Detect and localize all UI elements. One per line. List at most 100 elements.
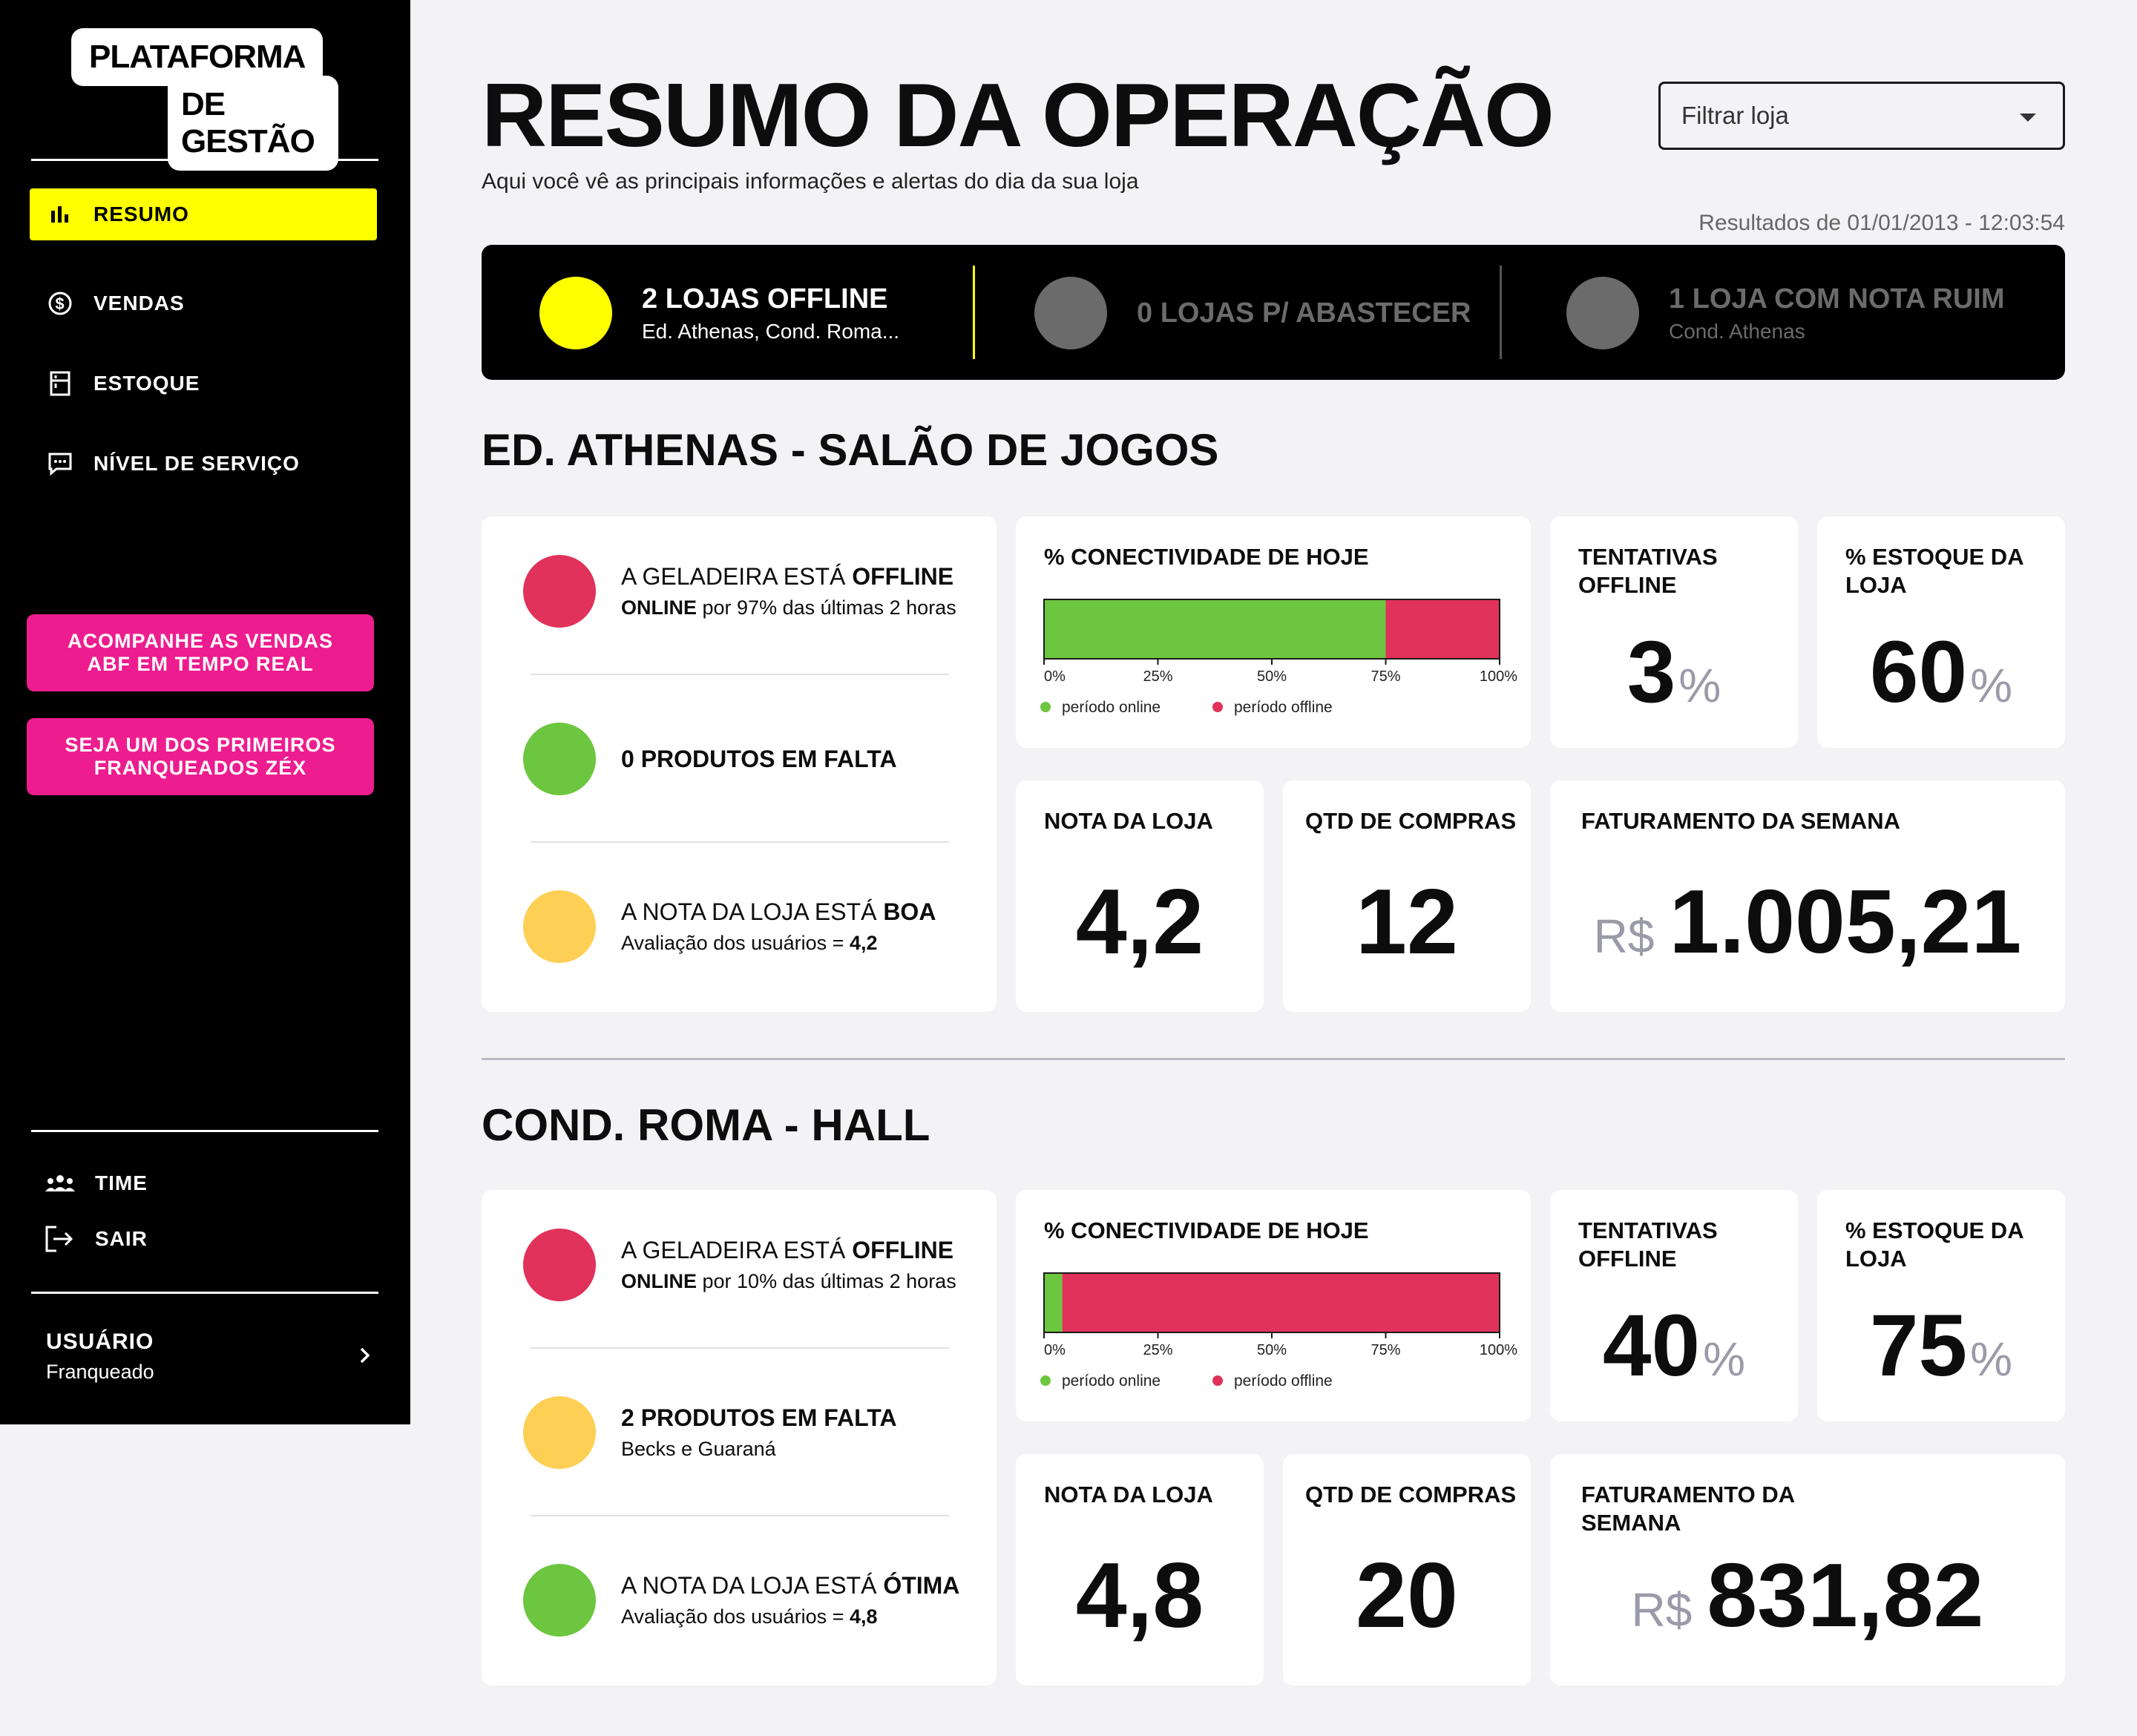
team-icon bbox=[45, 1168, 77, 1198]
card-title: QTD DE COMPRAS bbox=[1305, 808, 1517, 834]
main-content: RESUMO DA OPERAÇÃO Aqui você vê as princ… bbox=[410, 0, 2137, 1736]
logo[interactable]: PLATAFORMA DE GESTÃO bbox=[71, 28, 338, 171]
kpi-value: 40% bbox=[1550, 1295, 1798, 1396]
alerts-banner: 2 LOJAS OFFLINE Ed. Athenas, Cond. Roma.… bbox=[482, 245, 2065, 380]
card-title: % CONECTIVIDADE DE HOJE bbox=[1044, 1217, 1369, 1243]
chevron-right-icon bbox=[358, 1344, 372, 1370]
tick-label: 25% bbox=[1143, 668, 1172, 685]
caret-down-icon bbox=[2020, 114, 2036, 122]
tick-label: 50% bbox=[1257, 668, 1287, 685]
status-item-fridge: A GELADEIRA ESTÁ OFFLINE ONLINE por 10% … bbox=[523, 1229, 983, 1301]
kpi-value: 75% bbox=[1817, 1295, 2065, 1396]
status-strong: ÓTIMA bbox=[883, 1572, 960, 1599]
status-item-rating: A NOTA DA LOJA ESTÁ ÓTIMA Avaliação dos … bbox=[523, 1564, 983, 1637]
status-dot bbox=[523, 1396, 596, 1469]
promo-franchise-button[interactable]: SEJA UM DOS PRIMEIROS FRANQUEADOS ZÉX bbox=[27, 718, 374, 795]
offline-attempts-card: TENTATIVAS OFFLINE 3% bbox=[1550, 516, 1798, 748]
sidebar-item-label: NÍVEL DE SERVIÇO bbox=[93, 452, 300, 475]
card-title: % CONECTIVIDADE DE HOJE bbox=[1044, 544, 1369, 570]
kpi-value: 4,2 bbox=[1075, 871, 1204, 973]
card-title: NOTA DA LOJA bbox=[1044, 1482, 1213, 1508]
status-text: A GELADEIRA ESTÁ bbox=[621, 1237, 853, 1263]
logout-button[interactable]: SAIR bbox=[45, 1220, 148, 1257]
status-dot bbox=[523, 890, 596, 963]
status-strong: 0 PRODUTOS EM FALTA bbox=[621, 745, 897, 772]
offline-attempts-card: TENTATIVAS OFFLINE 40% bbox=[1550, 1190, 1798, 1421]
sidebar-item-resumo[interactable]: RESUMO bbox=[30, 188, 377, 240]
tick-label: 0% bbox=[1044, 668, 1066, 685]
alert-detail: Ed. Athenas, Cond. Roma... bbox=[642, 319, 900, 343]
currency-symbol: R$ bbox=[1593, 910, 1655, 963]
bar-segment-offline bbox=[1062, 1273, 1500, 1332]
status-strong: 2 PRODUTOS EM FALTA bbox=[621, 1404, 897, 1431]
bar-segment-online bbox=[1044, 599, 1386, 659]
tick-label: 100% bbox=[1480, 668, 1517, 685]
alert-restock-stores[interactable]: 0 LOJAS P/ ABASTECER bbox=[1034, 276, 1471, 350]
card-title: % ESTOQUE DA LOJA bbox=[1845, 1217, 2023, 1272]
status-card: A GELADEIRA ESTÁ OFFLINE ONLINE por 10% … bbox=[482, 1190, 997, 1686]
card-title: FATURAMENTO DA SEMANA bbox=[1581, 808, 1900, 834]
divider bbox=[531, 841, 949, 843]
kpi-unit: % bbox=[1970, 659, 2013, 712]
status-strong: 4,2 bbox=[849, 932, 878, 954]
legend-label: período offline bbox=[1234, 699, 1333, 716]
legend-label: período online bbox=[1062, 699, 1161, 716]
kpi-number: 40 bbox=[1602, 1297, 1701, 1395]
kpi-value: 12 bbox=[1356, 871, 1458, 973]
kpi-unit: % bbox=[1970, 1332, 2013, 1386]
status-item-fridge: A GELADEIRA ESTÁ OFFLINE ONLINE por 97% … bbox=[523, 555, 983, 628]
alert-offline-stores[interactable]: 2 LOJAS OFFLINE Ed. Athenas, Cond. Roma.… bbox=[539, 276, 899, 350]
bar-segment-offline bbox=[1385, 599, 1500, 659]
legend-label: período offline bbox=[1234, 1372, 1333, 1390]
status-strong: ONLINE bbox=[621, 1270, 697, 1292]
purchases-card: QTD DE COMPRAS 20 bbox=[1283, 1454, 1531, 1686]
kpi-unit: % bbox=[1678, 659, 1721, 712]
page-title: RESUMO DA OPERAÇÃO bbox=[482, 65, 1555, 165]
legend-swatch bbox=[1040, 1375, 1051, 1386]
card-title: TENTATIVAS OFFLINE bbox=[1578, 1217, 1718, 1272]
promo-abf-sales-button[interactable]: ACOMPANHE AS VENDAS ABF EM TEMPO REAL bbox=[27, 614, 374, 691]
card-title: QTD DE COMPRAS bbox=[1305, 1482, 1517, 1508]
kpi-number: 831,82 bbox=[1707, 1545, 1984, 1645]
kpi-number: 75 bbox=[1869, 1297, 1968, 1395]
kpi-value: 4,8 bbox=[1075, 1545, 1204, 1647]
revenue-card: FATURAMENTO DA SEMANA R$ 1.005,21 bbox=[1550, 780, 2065, 1012]
kpi-value: 20 bbox=[1356, 1545, 1458, 1647]
status-text: A NOTA DA LOJA ESTÁ bbox=[621, 898, 884, 925]
connectivity-card: 0% 25% 50% 75% 100% período online período off… bbox=[1016, 1190, 1531, 1421]
legend-swatch bbox=[1212, 702, 1223, 712]
logo-line2: DE GESTÃO bbox=[168, 76, 338, 171]
kpi-value: R$ 1.005,21 bbox=[1550, 869, 2065, 973]
sidebar: PLATAFORMA DE GESTÃO RESUMO $ VENDAS EST… bbox=[0, 0, 410, 1424]
status-strong: OFFLINE bbox=[852, 563, 954, 590]
alert-bad-rating-stores[interactable]: 1 LOJA COM NOTA RUIM Cond. Athenas bbox=[1566, 276, 2004, 350]
legend-label: período online bbox=[1062, 1372, 1161, 1390]
sidebar-item-label: RESUMO bbox=[93, 203, 189, 226]
page-subtitle: Aqui você vê as principais informações e… bbox=[482, 169, 1139, 194]
alert-divider bbox=[1500, 266, 1502, 359]
tick-label: 100% bbox=[1480, 1342, 1517, 1358]
tick-label: 50% bbox=[1257, 1342, 1287, 1358]
tick-label: 75% bbox=[1370, 668, 1400, 685]
status-detail: Avaliação dos usuários = bbox=[621, 1605, 850, 1628]
sidebar-item-vendas[interactable]: $ VENDAS bbox=[30, 277, 377, 329]
user-menu[interactable]: USUÁRIO Franqueado bbox=[46, 1329, 372, 1384]
sidebar-item-time[interactable]: TIME bbox=[45, 1165, 148, 1202]
status-strong: BOA bbox=[883, 898, 936, 925]
sidebar-item-nivel-de-servico[interactable]: NÍVEL DE SERVIÇO bbox=[30, 438, 377, 490]
status-detail: Avaliação dos usuários = bbox=[621, 932, 850, 954]
status-card: A GELADEIRA ESTÁ OFFLINE ONLINE por 97% … bbox=[482, 516, 997, 1012]
status-detail: por 97% das últimas 2 horas bbox=[697, 596, 956, 619]
store-filter-select[interactable]: Filtrar loja bbox=[1658, 82, 2065, 150]
sidebar-item-estoque[interactable]: ESTOQUE bbox=[30, 358, 377, 410]
section-divider bbox=[482, 1058, 2065, 1060]
status-item-products: 0 PRODUTOS EM FALTA bbox=[523, 723, 983, 795]
kpi-unit: % bbox=[1703, 1332, 1746, 1386]
dollar-icon: $ bbox=[47, 291, 73, 316]
legend-swatch bbox=[1040, 702, 1051, 712]
alert-title: 2 LOJAS OFFLINE bbox=[642, 283, 888, 315]
sidebar-divider bbox=[31, 1292, 378, 1294]
status-dot bbox=[1566, 277, 1639, 349]
card-title: NOTA DA LOJA bbox=[1044, 808, 1213, 834]
legend-swatch bbox=[1212, 1375, 1223, 1386]
